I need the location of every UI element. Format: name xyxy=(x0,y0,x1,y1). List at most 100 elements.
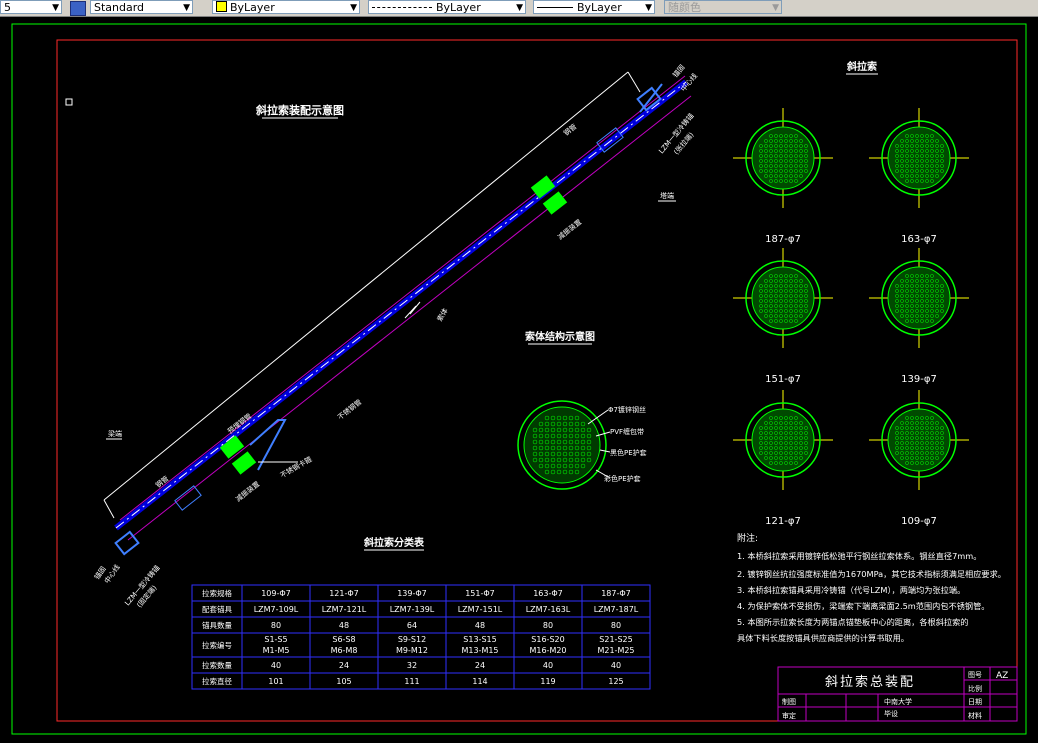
cable-section-label: 163-φ7 xyxy=(901,234,937,245)
table-cell: 80 xyxy=(543,621,553,630)
table-cell: 105 xyxy=(336,677,351,686)
table-cell: M21-M25 xyxy=(597,646,634,655)
table-cell: LZM7-163L xyxy=(526,605,571,614)
cable-section-label: 121-φ7 xyxy=(765,516,801,527)
cable-sections: 斜拉索 xyxy=(846,60,878,75)
linetype-combo[interactable]: ByLayer ▼ xyxy=(368,0,526,14)
table-cell: 32 xyxy=(407,661,417,670)
label-bottom: 梁端 xyxy=(108,429,122,438)
text-style-combo[interactable]: Standard ▼ xyxy=(90,0,193,14)
table-cell: 64 xyxy=(407,621,417,630)
material-label: 材料 xyxy=(968,711,982,720)
plot-style-value: 随颜色 xyxy=(668,1,701,14)
cable-section: 187-φ7 xyxy=(733,108,833,245)
layer-number-value: 5 xyxy=(4,1,11,14)
section-diagram: 索体结构示意图 Φ7镀锌钢丝 PVF缠包带 黑色PE护套 彩色PE护套 xyxy=(517,330,647,490)
table-cell: 40 xyxy=(611,661,621,670)
table-cell: 121-Φ7 xyxy=(329,589,359,598)
table-cell: S16-S20 xyxy=(531,635,564,644)
table-cell: 24 xyxy=(475,661,485,670)
table-cell: 139-Φ7 xyxy=(397,589,427,598)
label-guide: 不锈钢管 xyxy=(336,397,364,421)
note-1: 1. 本桥斜拉索采用镀锌低松弛平行钢丝拉索体系。钢丝直径7mm。 xyxy=(737,551,981,561)
chevron-down-icon[interactable]: ▼ xyxy=(516,1,523,13)
note-2: 2. 镀锌钢丝抗拉强度标准值为1670MPa，其它技术指标须满足相应要求。 xyxy=(737,569,1006,579)
table-cell: M13-M15 xyxy=(461,646,498,655)
color-value: ByLayer xyxy=(230,1,275,14)
table-title: 斜拉索分类表 xyxy=(363,536,425,549)
drawing-no-label: 图号 xyxy=(968,671,982,679)
color-combo[interactable]: ByLayer ▼ xyxy=(212,0,360,14)
table-cell: 114 xyxy=(472,677,487,686)
drawing-canvas[interactable]: 斜拉索装配示意图 锚固 中心线 LZM一型冷铸锚 (张拉端) 钢管 塔端 减振装… xyxy=(0,16,1038,743)
lineweight-preview-icon xyxy=(537,7,573,8)
table-cell: 119 xyxy=(540,677,555,686)
table-cell: 125 xyxy=(608,677,623,686)
linetype-value: ByLayer xyxy=(436,1,481,14)
cable-section: 139-φ7 xyxy=(869,248,969,385)
text-style-value: Standard xyxy=(94,1,145,14)
section-label-inner-pe: 黑色PE护套 xyxy=(610,448,647,457)
classification-table: 斜拉索分类表 拉索规格 109-Φ7 121-Φ7 139-Φ7 151-Φ7 163-Φ… xyxy=(191,536,651,690)
table-cell: M6-M8 xyxy=(331,646,358,655)
label-split: 不锈钢卡箍 xyxy=(279,454,314,479)
table-cell: M16-M20 xyxy=(529,646,566,655)
label-bottom-anchor-sub: 中心线 xyxy=(102,563,121,585)
section-label-outer-pe: 彩色PE护套 xyxy=(604,474,641,483)
designer-label: 制图 xyxy=(782,697,796,706)
table-cell: 111 xyxy=(404,677,419,686)
note-6: 具体下料长度按锚具供应商提供的计算书取用。 xyxy=(737,633,909,643)
table-cell: M9-M12 xyxy=(396,646,428,655)
table-cell: 109-Φ7 xyxy=(261,589,291,598)
outer-border xyxy=(11,23,1027,735)
table-row-header: 锚具数量 xyxy=(202,620,232,630)
title-block: 斜拉索总装配 图号 AZ 比例 日期 材料 制图 审定 中南大学 毕设 xyxy=(777,666,1018,722)
table-cell: 24 xyxy=(339,661,349,670)
label-middle: 索体 xyxy=(435,306,450,323)
dept-label: 毕设 xyxy=(884,709,898,718)
cable-section-label: 151-φ7 xyxy=(765,374,801,385)
color-swatch-icon xyxy=(216,1,227,12)
table-cell: LZM7-187L xyxy=(594,605,639,614)
title-block-title: 斜拉索总装配 xyxy=(825,675,915,690)
chevron-down-icon[interactable]: ▼ xyxy=(645,1,652,13)
assembly-diagram: 斜拉索装配示意图 锚固 中心线 LZM一型冷铸锚 (张拉端) 钢管 塔端 减振装… xyxy=(92,63,699,610)
table-row-header: 拉索直径 xyxy=(202,676,232,686)
table-cell: S9-S12 xyxy=(398,635,426,644)
cable-section-label: 187-φ7 xyxy=(765,234,801,245)
chevron-down-icon[interactable]: ▼ xyxy=(52,1,59,13)
text-style-icon[interactable] xyxy=(70,1,86,16)
table-cell: 40 xyxy=(543,661,553,670)
label-damper-bottom: 减振装置 xyxy=(234,479,262,503)
table-row-header: 配套锚具 xyxy=(202,604,232,614)
table-cell: 48 xyxy=(475,621,485,630)
lineweight-combo[interactable]: ByLayer ▼ xyxy=(533,0,655,14)
notes-title: 附注: xyxy=(737,532,758,544)
linetype-preview-icon xyxy=(372,7,432,8)
assembly-title: 斜拉索装配示意图 xyxy=(255,103,344,117)
drawing-no: AZ xyxy=(996,671,1008,681)
chevron-down-icon[interactable]: ▼ xyxy=(350,1,357,13)
chevron-down-icon[interactable]: ▼ xyxy=(183,1,190,13)
checker-label: 审定 xyxy=(782,711,796,720)
table-cell: LZM7-151L xyxy=(458,605,503,614)
section-wire-bundle xyxy=(523,406,601,484)
cable-section: 109-φ7 xyxy=(869,390,969,527)
table-cell: LZM7-109L xyxy=(254,605,299,614)
table-cell: 187-Φ7 xyxy=(601,589,631,598)
right-title: 斜拉索 xyxy=(846,60,877,73)
layer-number-combo[interactable]: 5 ▼ xyxy=(0,0,62,14)
table-cell: 48 xyxy=(339,621,349,630)
cable-section-label: 139-φ7 xyxy=(901,374,937,385)
chevron-down-icon: ▼ xyxy=(772,3,779,13)
table-cell: S13-S15 xyxy=(463,635,496,644)
school-label: 中南大学 xyxy=(884,697,912,706)
table-row-header: 拉索规格 xyxy=(202,588,232,598)
label-damper-top: 减振装置 xyxy=(556,217,584,241)
table-cell: 80 xyxy=(611,621,621,630)
table-cell: 163-Φ7 xyxy=(533,589,563,598)
table-cell: M1-M5 xyxy=(263,646,290,655)
cable-section: 163-φ7 xyxy=(869,108,969,245)
date-label: 日期 xyxy=(968,698,982,706)
table-row-header: 拉索数量 xyxy=(202,660,232,670)
